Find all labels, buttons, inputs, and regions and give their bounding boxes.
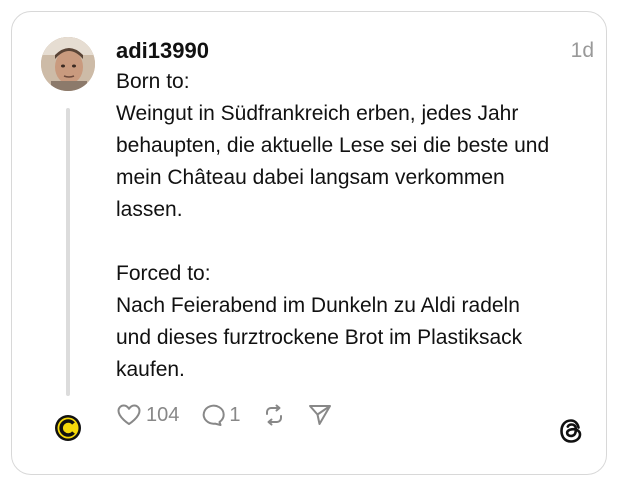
post-line: Born to: (116, 70, 190, 93)
yellow-c-icon (55, 415, 81, 441)
post-line: Forced to: (116, 262, 211, 285)
threads-logo-icon (556, 416, 586, 446)
reply-avatar[interactable] (54, 414, 82, 442)
post-text: Born to: Weingut in Südfrankreich erben,… (116, 66, 586, 386)
repost-button[interactable] (261, 403, 287, 427)
post-line: Weingut in Südfrankreich erben, jedes Ja… (116, 102, 519, 125)
post-line: lassen. (116, 198, 183, 221)
thread-line (66, 108, 70, 396)
username[interactable]: adi13990 (116, 37, 209, 65)
heart-icon (117, 404, 141, 425)
share-button[interactable] (307, 403, 333, 427)
avatar-photo (41, 37, 95, 91)
like-button[interactable]: 104 (116, 400, 179, 430)
post-line: mein Château dabei langsam verkommen (116, 166, 505, 189)
like-count: 104 (146, 404, 180, 426)
post-timestamp: 1d (570, 39, 594, 62)
repost-icon (265, 404, 282, 426)
post-line: Nach Feierabend im Dunkeln zu Aldi radel… (116, 294, 520, 317)
action-bar: 104 1 (116, 400, 353, 430)
post-line: behaupten, die aktuelle Lese sei die bes… (116, 134, 550, 157)
post-line: und dieses furztrockene Brot im Plastiks… (116, 326, 523, 349)
reply-button[interactable]: 1 (199, 400, 241, 430)
post-line: kaufen. (116, 358, 185, 381)
avatar[interactable] (41, 37, 95, 91)
send-icon (308, 405, 331, 425)
comment-icon (203, 404, 226, 426)
reply-count: 1 (229, 404, 241, 426)
